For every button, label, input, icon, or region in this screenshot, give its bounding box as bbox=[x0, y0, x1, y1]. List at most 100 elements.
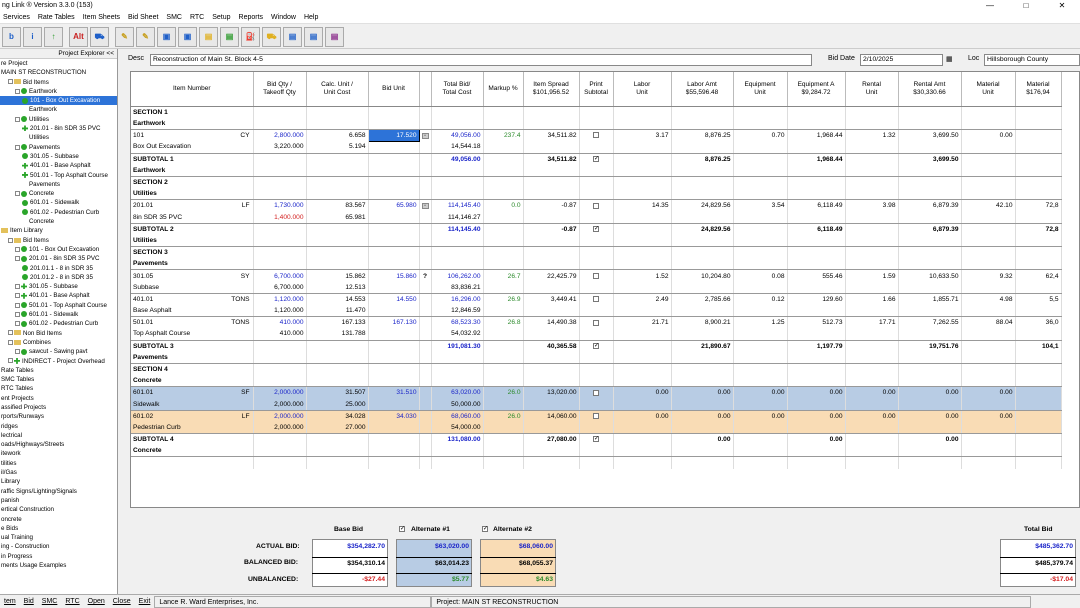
cell-lu[interactable] bbox=[613, 117, 672, 130]
cell-sp[interactable] bbox=[523, 117, 580, 130]
help-icon[interactable]: ? bbox=[423, 273, 427, 280]
cell-q[interactable] bbox=[253, 153, 307, 165]
column-header[interactable]: Material Unit bbox=[961, 72, 1016, 107]
tree-node[interactable]: oncrete bbox=[0, 515, 117, 524]
cell-bu[interactable] bbox=[368, 153, 420, 165]
cell-ma[interactable] bbox=[1015, 433, 1062, 446]
tree-node[interactable]: Utilities bbox=[0, 115, 117, 124]
cell-a[interactable]: Earthwork bbox=[131, 117, 254, 130]
cell-ra[interactable]: 1,855.71 bbox=[898, 293, 962, 305]
cell-ra[interactable] bbox=[898, 398, 962, 411]
cell-a[interactable]: Sidewalk bbox=[131, 398, 254, 411]
cell-a[interactable]: Top Asphalt Course bbox=[131, 328, 254, 341]
toolbar-button-14[interactable]: ▤ bbox=[283, 26, 302, 47]
cell-eu[interactable] bbox=[733, 328, 788, 341]
cell-x[interactable] bbox=[419, 305, 432, 318]
expand-icon[interactable] bbox=[8, 339, 13, 345]
cell-bu[interactable]: 14.550 bbox=[368, 293, 420, 305]
cell-tb[interactable]: 63,020.00 bbox=[431, 386, 484, 399]
cell-mu[interactable] bbox=[961, 258, 1016, 271]
menu-bid-sheet[interactable]: Bid Sheet bbox=[125, 14, 163, 21]
tree-node[interactable]: 601.01 - Sidewalk bbox=[0, 198, 117, 207]
cell-x[interactable] bbox=[419, 153, 432, 165]
tree-node[interactable]: sawcut - Sawing pavt bbox=[0, 347, 117, 356]
cell-eu[interactable] bbox=[733, 234, 788, 248]
cell-tb[interactable]: 106,262.00 bbox=[431, 269, 484, 282]
cell-cu[interactable]: 34.028 bbox=[306, 410, 369, 422]
cell-ra[interactable]: 3,699.50 bbox=[898, 153, 962, 165]
minimize-button[interactable]: — bbox=[972, 0, 1008, 11]
cell-eu[interactable] bbox=[733, 258, 788, 271]
cell-la[interactable]: 24,829.56 bbox=[671, 199, 734, 212]
cell-q[interactable]: 2,000.000 bbox=[253, 410, 307, 422]
print-subtotal-checkbox[interactable]: ✓ bbox=[593, 155, 599, 162]
cell-mk[interactable] bbox=[483, 351, 524, 364]
cell-lu[interactable] bbox=[613, 398, 672, 411]
cell-bu[interactable]: 17.520 bbox=[367, 128, 420, 142]
cell-ra[interactable] bbox=[898, 363, 962, 376]
cell-ma[interactable] bbox=[1015, 328, 1062, 341]
cell-x[interactable] bbox=[419, 398, 432, 411]
print-subtotal-checkbox[interactable] bbox=[593, 132, 599, 139]
cell-la[interactable]: 24,829.56 bbox=[671, 223, 734, 235]
menu-smc[interactable]: SMC bbox=[163, 14, 187, 21]
table-row[interactable]: SECTION 1 bbox=[131, 106, 1062, 118]
cell-mk[interactable]: 26.0 bbox=[483, 410, 524, 422]
cell-eu[interactable] bbox=[733, 246, 788, 259]
cell-ra[interactable] bbox=[898, 305, 962, 318]
cell-cu[interactable] bbox=[306, 164, 369, 177]
cell-bu[interactable] bbox=[368, 421, 420, 435]
tree-node[interactable]: 201.01 - 8in SDR 35 PVC bbox=[0, 254, 117, 263]
cell-q[interactable]: 3,220.000 bbox=[253, 141, 307, 154]
toolbar-button-9[interactable]: ▣ bbox=[178, 26, 197, 47]
cell-ma[interactable] bbox=[1015, 188, 1062, 201]
cell-bu[interactable] bbox=[368, 164, 420, 177]
cell-ps[interactable] bbox=[579, 129, 614, 142]
cell-la[interactable]: 8,900.21 bbox=[671, 316, 734, 329]
cell-ea[interactable] bbox=[787, 445, 846, 458]
project-explorer-header[interactable]: Project Explorer << bbox=[0, 49, 117, 59]
cell-ps[interactable] bbox=[579, 117, 614, 130]
tree-node[interactable]: 101 - Box Out Excavation bbox=[0, 245, 117, 254]
cell-ps[interactable]: ✓ bbox=[579, 340, 614, 352]
tree-node[interactable]: rports/Runways bbox=[0, 412, 117, 421]
cell-la[interactable] bbox=[671, 398, 734, 411]
cell-ru[interactable]: 1.66 bbox=[845, 293, 899, 305]
bid-date-input[interactable]: 2/10/2025 bbox=[860, 54, 943, 66]
cell-cu[interactable] bbox=[306, 445, 369, 458]
cell-bu[interactable]: 34.030 bbox=[368, 410, 420, 422]
cell-q[interactable]: 1,730.000 bbox=[253, 199, 307, 212]
cell-lu[interactable] bbox=[613, 281, 672, 294]
cell-eu[interactable] bbox=[733, 363, 788, 376]
cell-mk[interactable]: 26.0 bbox=[483, 386, 524, 399]
cell-ps[interactable] bbox=[579, 375, 614, 388]
tree-node[interactable]: Bid Items bbox=[0, 236, 117, 245]
cell-x[interactable] bbox=[419, 117, 432, 130]
cell-ra[interactable] bbox=[898, 188, 962, 201]
cell-ru[interactable] bbox=[845, 211, 899, 224]
cell-q[interactable] bbox=[253, 106, 307, 118]
cell-eu[interactable] bbox=[733, 445, 788, 458]
tree-node[interactable]: assified Projects bbox=[0, 403, 117, 412]
column-header[interactable]: Item Number bbox=[131, 72, 254, 107]
cell-mk[interactable] bbox=[483, 398, 524, 411]
cell-ea[interactable]: 1,968.44 bbox=[787, 129, 846, 142]
cell-ra[interactable] bbox=[898, 164, 962, 177]
tree-node[interactable]: itework bbox=[0, 449, 117, 458]
cell-q[interactable] bbox=[253, 223, 307, 235]
menu-rtc[interactable]: RTC bbox=[187, 14, 209, 21]
cell-q[interactable]: 2,000.000 bbox=[253, 398, 307, 411]
cell-eu[interactable] bbox=[733, 117, 788, 130]
cell-ra[interactable] bbox=[898, 246, 962, 259]
table-row[interactable]: Earthwork bbox=[131, 164, 1062, 177]
cell-cu[interactable]: 131.788 bbox=[306, 328, 369, 341]
table-row[interactable]: SUBTOTAL 3 191,081.30 40,365.58 ✓ 21,890.67 1… bbox=[131, 340, 1062, 352]
table-row[interactable]: Subbase 6,700.000 12.513 83,836.21 bbox=[131, 281, 1062, 294]
cell-q[interactable]: 2,000.000 bbox=[253, 386, 307, 399]
cell-la[interactable] bbox=[671, 421, 734, 435]
cell-cu[interactable] bbox=[306, 223, 369, 235]
tree-node[interactable]: ments Usage Examples bbox=[0, 561, 117, 570]
cell-cu[interactable]: 14.553 bbox=[306, 293, 369, 305]
cell-bu[interactable]: 15.860 bbox=[368, 269, 420, 282]
cell-eu[interactable] bbox=[733, 305, 788, 318]
